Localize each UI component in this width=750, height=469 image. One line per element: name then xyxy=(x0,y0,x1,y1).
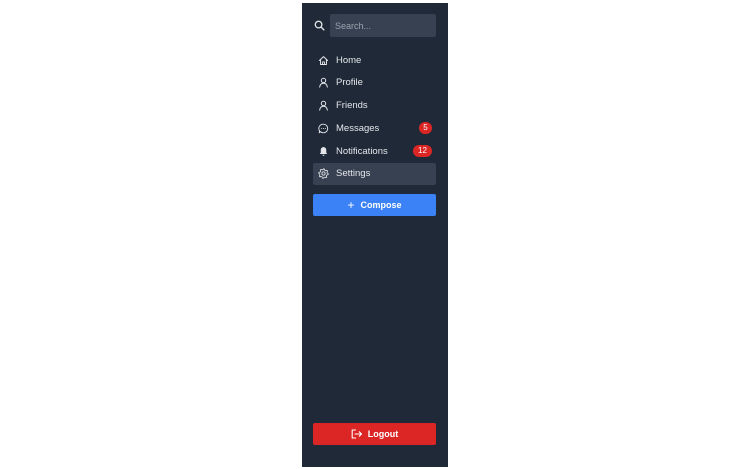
sidebar-item-notifications[interactable]: Notifications 12 xyxy=(313,140,436,162)
sidebar: Home Profile Friends xyxy=(302,3,448,467)
user-icon xyxy=(318,77,329,88)
sidebar-item-label: Messages xyxy=(336,122,380,134)
compose-button[interactable]: + Compose xyxy=(313,194,436,216)
logout-label: Logout xyxy=(367,429,399,439)
sidebar-item-label: Profile xyxy=(336,77,363,89)
sidebar-item-label: Notifications xyxy=(336,145,388,157)
sidebar-item-home[interactable]: Home xyxy=(313,49,436,71)
search-input[interactable] xyxy=(330,14,436,37)
sidebar-item-friends[interactable]: Friends xyxy=(313,95,436,117)
notification-count-badge: 12 xyxy=(413,145,432,158)
sidebar-item-messages[interactable]: Messages 5 xyxy=(313,117,436,139)
chat-icon xyxy=(318,123,329,134)
sidebar-nav: Home Profile Friends Messages 5 Notifica… xyxy=(313,49,436,186)
sidebar-item-label: Settings xyxy=(336,168,371,180)
logout-icon xyxy=(351,429,363,439)
plus-icon: + xyxy=(347,198,355,212)
search-icon xyxy=(312,19,326,33)
unread-count-badge: 5 xyxy=(419,122,432,135)
home-icon xyxy=(318,55,329,66)
sidebar-item-label: Home xyxy=(336,54,362,66)
bell-icon xyxy=(318,146,329,157)
logout-button[interactable]: Logout xyxy=(313,423,436,445)
search-bar xyxy=(312,14,436,37)
sidebar-item-profile[interactable]: Profile xyxy=(313,72,436,94)
user-icon xyxy=(318,100,329,111)
compose-label: Compose xyxy=(360,200,402,210)
sidebar-item-label: Friends xyxy=(336,100,368,112)
gear-icon xyxy=(318,168,329,180)
sidebar-item-settings[interactable]: Settings xyxy=(313,162,436,185)
